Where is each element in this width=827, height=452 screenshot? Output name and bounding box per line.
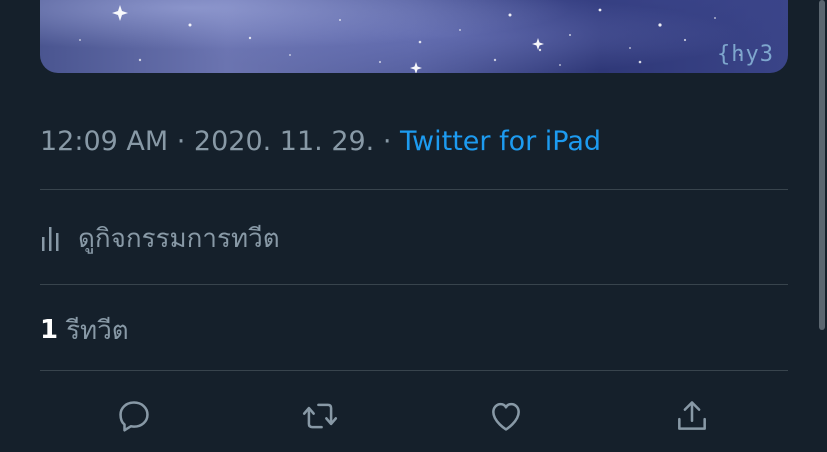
divider bbox=[40, 370, 788, 371]
image-watermark: {hy3 bbox=[717, 42, 774, 67]
tweet-meta: 12:09 AM · 2020. 11. 29. · Twitter for i… bbox=[40, 124, 601, 160]
heart-icon bbox=[492, 402, 520, 431]
tweet-time: 12:09 AM bbox=[40, 126, 169, 157]
retweet-button[interactable] bbox=[300, 396, 340, 436]
retweets-count-link[interactable]: 1 รีทวีต bbox=[40, 310, 129, 350]
view-tweet-activity-label: ดูกิจกรรมการทวีต bbox=[78, 223, 280, 254]
like-button[interactable] bbox=[486, 396, 526, 436]
tweet-source-link[interactable]: Twitter for iPad bbox=[400, 126, 601, 157]
scrollbar[interactable] bbox=[819, 0, 825, 330]
starfield-image bbox=[79, 5, 741, 73]
retweet-label: รีทวีต bbox=[66, 315, 129, 346]
retweet-icon bbox=[302, 403, 338, 429]
retweet-count: 1 bbox=[40, 315, 59, 345]
share-button[interactable] bbox=[672, 396, 712, 436]
bar-chart-icon bbox=[40, 223, 62, 253]
divider bbox=[40, 284, 788, 285]
share-icon bbox=[678, 401, 706, 430]
meta-separator: · bbox=[374, 126, 401, 157]
reply-button[interactable] bbox=[114, 396, 154, 436]
reply-icon bbox=[119, 401, 149, 432]
tweet-media-image[interactable]: {hy3 bbox=[40, 0, 788, 73]
tweet-date: 2020. 11. 29. bbox=[193, 126, 375, 157]
view-tweet-activity-button[interactable]: ดูกิจกรรมการทวีต bbox=[40, 218, 280, 258]
tweet-action-bar bbox=[0, 396, 827, 440]
meta-separator: · bbox=[168, 126, 194, 157]
divider bbox=[40, 189, 788, 190]
